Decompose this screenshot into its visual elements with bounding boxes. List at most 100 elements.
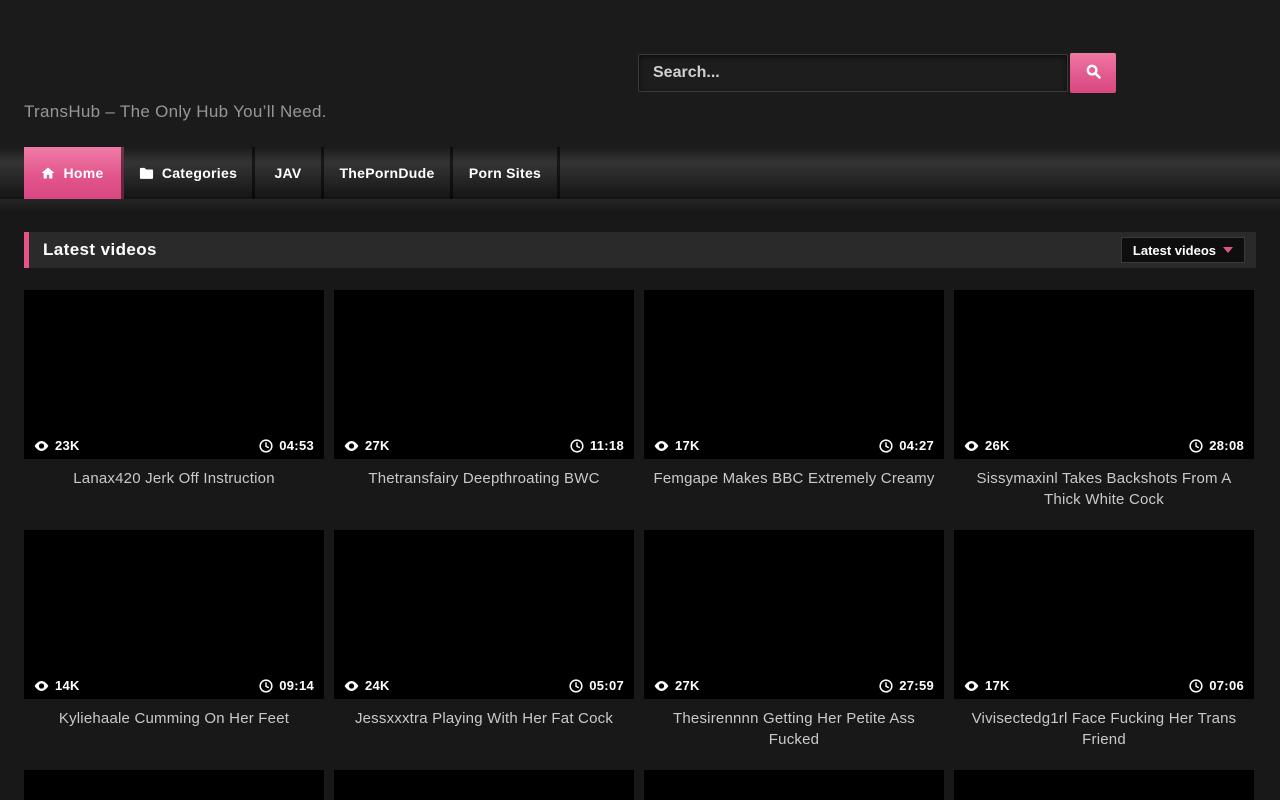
clock-icon — [1189, 679, 1203, 693]
video-title[interactable]: Lanax420 Jerk Off Instruction — [24, 459, 324, 489]
video-title[interactable]: Femgape Makes BBC Extremely Creamy — [644, 459, 944, 489]
clock-icon — [879, 439, 893, 453]
video-title[interactable]: Thesirennnn Getting Her Petite Ass Fucke… — [644, 699, 944, 750]
view-count-stat: 17K — [654, 438, 700, 453]
video-card[interactable] — [954, 770, 1254, 800]
view-count-stat: 17K — [964, 678, 1010, 693]
duration: 27:59 — [899, 678, 934, 693]
duration: 09:14 — [279, 678, 314, 693]
duration-stat: 28:08 — [1189, 438, 1244, 453]
eye-icon — [34, 680, 49, 692]
nav-item-label: JAV — [274, 165, 301, 181]
video-card[interactable]: 26K 28:08 Sissymaxinl Takes Backshots Fr… — [954, 290, 1254, 530]
video-thumbnail[interactable] — [24, 770, 324, 800]
nav-item-home[interactable]: Home — [24, 147, 124, 199]
nav-item-label: ThePornDude — [339, 165, 434, 181]
video-thumbnail[interactable]: 17K 07:06 — [954, 530, 1254, 699]
nav: Home Categories JAV ThePornDude Porn Sit… — [0, 147, 1280, 199]
eye-icon — [964, 440, 979, 452]
eye-icon — [344, 680, 359, 692]
eye-icon — [344, 440, 359, 452]
video-card[interactable]: 17K 07:06 Vivisectedg1rl Face Fucking He… — [954, 530, 1254, 770]
search-button[interactable] — [1070, 53, 1116, 93]
nav-item-theporndude[interactable]: ThePornDude — [324, 147, 453, 199]
video-title[interactable]: Kyliehaale Cumming On Her Feet — [24, 699, 324, 729]
view-count: 14K — [55, 678, 80, 693]
duration: 28:08 — [1209, 438, 1244, 453]
video-card[interactable] — [644, 770, 944, 800]
view-count-stat: 26K — [964, 438, 1010, 453]
view-count: 27K — [675, 678, 700, 693]
video-stats: 23K 04:53 — [24, 432, 324, 459]
search-form — [638, 53, 1116, 93]
nav-item-label: Porn Sites — [469, 165, 541, 181]
nav-item-porn-sites[interactable]: Porn Sites — [453, 147, 560, 199]
video-card[interactable]: 27K 27:59 Thesirennnn Getting Her Petite… — [644, 530, 944, 770]
video-card[interactable]: 27K 11:18 Thetransfairy Deepthroating BW… — [334, 290, 634, 530]
eye-icon — [654, 680, 669, 692]
section-header: Latest videos Latest videos — [24, 232, 1256, 268]
video-card[interactable] — [334, 770, 634, 800]
video-stats: 27K 11:18 — [334, 432, 634, 459]
eye-icon — [964, 680, 979, 692]
video-stats: 24K 05:07 — [334, 672, 634, 699]
video-stats: 17K 07:06 — [954, 672, 1254, 699]
caret-down-icon — [1223, 247, 1233, 253]
duration-stat: 11:18 — [570, 438, 624, 453]
video-thumbnail[interactable]: 14K 09:14 — [24, 530, 324, 699]
duration-stat: 04:27 — [879, 438, 934, 453]
duration-stat: 05:07 — [569, 678, 624, 693]
duration-stat: 27:59 — [879, 678, 934, 693]
video-thumbnail[interactable] — [334, 770, 634, 800]
video-thumbnail[interactable]: 24K 05:07 — [334, 530, 634, 699]
duration: 04:27 — [899, 438, 934, 453]
view-count: 27K — [365, 438, 390, 453]
view-count: 17K — [985, 678, 1010, 693]
video-thumbnail[interactable]: 23K 04:53 — [24, 290, 324, 459]
nav-item-categories[interactable]: Categories — [124, 147, 255, 199]
section-title: Latest videos — [29, 240, 157, 260]
video-thumbnail[interactable]: 17K 04:27 — [644, 290, 944, 459]
search-input[interactable] — [638, 54, 1068, 92]
video-stats: 26K 28:08 — [954, 432, 1254, 459]
clock-icon — [1189, 439, 1203, 453]
view-count: 23K — [55, 438, 80, 453]
video-card[interactable]: 23K 04:53 Lanax420 Jerk Off Instruction — [24, 290, 324, 530]
video-card[interactable]: 17K 04:27 Femgape Makes BBC Extremely Cr… — [644, 290, 944, 530]
video-stats: 17K 04:27 — [644, 432, 944, 459]
video-thumbnail[interactable] — [644, 770, 944, 800]
duration-stat: 09:14 — [259, 678, 314, 693]
video-title[interactable]: Vivisectedg1rl Face Fucking Her Trans Fr… — [954, 699, 1254, 750]
clock-icon — [259, 439, 273, 453]
video-stats: 27K 27:59 — [644, 672, 944, 699]
video-card[interactable]: 24K 05:07 Jessxxxtra Playing With Her Fa… — [334, 530, 634, 770]
eye-icon — [654, 440, 669, 452]
duration: 07:06 — [1209, 678, 1244, 693]
video-thumbnail[interactable] — [954, 770, 1254, 800]
view-count: 26K — [985, 438, 1010, 453]
video-card[interactable]: 14K 09:14 Kyliehaale Cumming On Her Feet — [24, 530, 324, 770]
main-content: Latest videos Latest videos 23K — [0, 232, 1280, 800]
view-count-stat: 23K — [34, 438, 80, 453]
magnifier-icon — [1085, 63, 1102, 83]
view-count: 17K — [675, 438, 700, 453]
video-grid: 23K 04:53 Lanax420 Jerk Off Instruction — [24, 290, 1256, 800]
video-thumbnail[interactable]: 27K 11:18 — [334, 290, 634, 459]
view-count-stat: 14K — [34, 678, 80, 693]
video-title[interactable]: Thetransfairy Deepthroating BWC — [334, 459, 634, 489]
duration-stat: 07:06 — [1189, 678, 1244, 693]
sort-dropdown-label: Latest videos — [1133, 243, 1216, 258]
video-thumbnail[interactable]: 27K 27:59 — [644, 530, 944, 699]
video-thumbnail[interactable]: 26K 28:08 — [954, 290, 1254, 459]
home-icon — [41, 166, 55, 180]
clock-icon — [569, 679, 583, 693]
duration: 05:07 — [589, 678, 624, 693]
sort-dropdown[interactable]: Latest videos — [1121, 237, 1245, 263]
video-title[interactable]: Jessxxxtra Playing With Her Fat Cock — [334, 699, 634, 729]
video-title[interactable]: Sissymaxinl Takes Backshots From A Thick… — [954, 459, 1254, 510]
video-card[interactable] — [24, 770, 324, 800]
duration-stat: 04:53 — [259, 438, 314, 453]
clock-icon — [259, 679, 273, 693]
nav-item-jav[interactable]: JAV — [255, 147, 324, 199]
view-count-stat: 27K — [654, 678, 700, 693]
